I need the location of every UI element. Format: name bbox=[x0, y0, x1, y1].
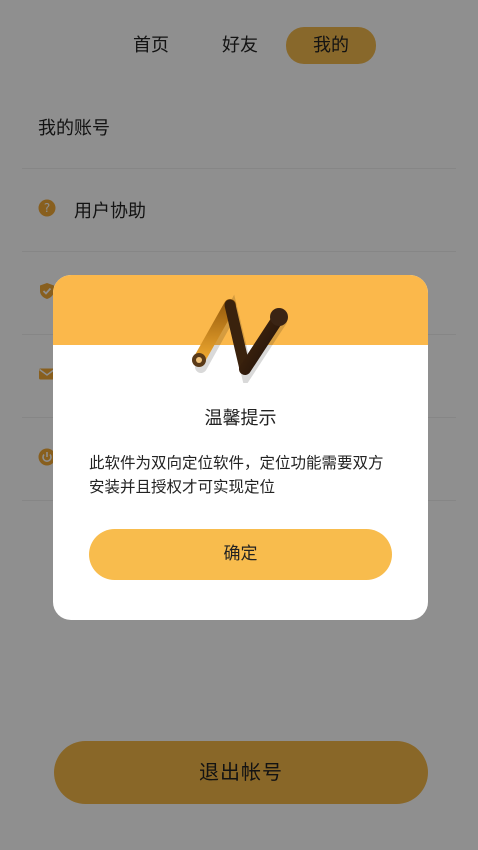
confirm-button[interactable]: 确定 bbox=[89, 529, 392, 580]
notice-dialog: 温馨提示 此软件为双向定位软件，定位功能需要双方安装并且授权才可实现定位 确定 bbox=[53, 275, 428, 620]
dialog-message: 此软件为双向定位软件，定位功能需要双方安装并且授权才可实现定位 bbox=[89, 454, 384, 496]
zigzag-location-logo bbox=[192, 294, 288, 383]
dialog-title: 温馨提示 bbox=[204, 408, 277, 429]
